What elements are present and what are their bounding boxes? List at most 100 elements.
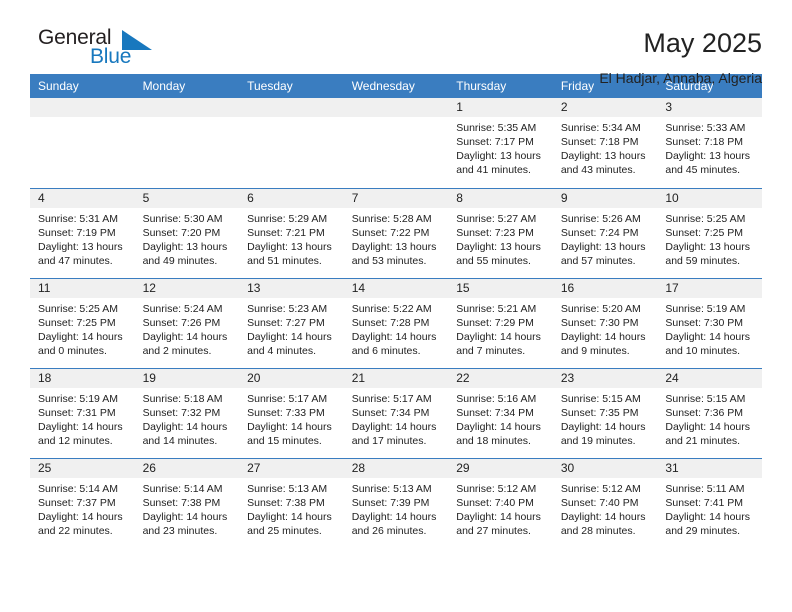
calendar-day-cell[interactable]: 8 Sunrise: 5:27 AM Sunset: 7:23 PM Daylight… [448, 187, 553, 278]
calendar-day-cell[interactable]: 25 Sunrise: 5:14 AM Sunset: 7:37 PM Dayligh… [30, 457, 135, 548]
calendar-day-cell[interactable]: 24 Sunrise: 5:15 AM Sunset: 7:36 PM Dayligh… [657, 367, 762, 458]
calendar-day-cell[interactable]: 17 Sunrise: 5:19 AM Sunset: 7:30 PM Dayligh… [657, 277, 762, 368]
sunset-text: Sunset: 7:31 PM [38, 406, 116, 419]
calendar-day-cell[interactable]: 15 Sunrise: 5:21 AM Sunset: 7:29 PM Dayligh… [448, 277, 553, 368]
day-number: 13 [239, 278, 344, 298]
calendar-day-cell[interactable]: 20 Sunrise: 5:17 AM Sunset: 7:33 PM Dayligh… [239, 367, 344, 458]
sunset-text: Sunset: 7:18 PM [560, 136, 639, 148]
day-sun-info: Sunrise: 5:33 AM Sunset: 7:18 PM Daylight:… [657, 117, 762, 177]
sunset-text: Sunset: 7:21 PM [247, 226, 325, 239]
sunset-text: Sunset: 7:30 PM [560, 316, 639, 329]
sunrise-text: Sunrise: 5:33 AM [665, 122, 746, 134]
day-number: 1 [448, 98, 553, 117]
sunrise-text: Sunrise: 5:17 AM [351, 392, 432, 405]
calendar-day-cell[interactable]: 11 Sunrise: 5:25 AM Sunset: 7:25 PM Dayligh… [30, 277, 135, 368]
calendar-day-cell[interactable]: 10 Sunrise: 5:25 AM Sunset: 7:25 PM Dayligh… [657, 187, 762, 278]
daylight-text: Daylight: 14 hours and 26 minutes. [351, 510, 437, 537]
calendar-day-cell[interactable]: 1 Sunrise: 5:35 AM Sunset: 7:17 PM Daylight… [448, 98, 553, 188]
daylight-text: Daylight: 14 hours and 23 minutes. [142, 510, 228, 537]
calendar-day-cell[interactable]: 31 Sunrise: 5:11 AM Sunset: 7:41 PM Dayligh… [657, 457, 762, 548]
daylight-text: Daylight: 14 hours and 22 minutes. [38, 510, 123, 537]
day-number [239, 98, 344, 117]
calendar-day-cell[interactable]: 18 Sunrise: 5:19 AM Sunset: 7:31 PM Dayligh… [30, 367, 135, 458]
calendar-day-cell[interactable]: 28 Sunrise: 5:13 AM Sunset: 7:39 PM Dayligh… [343, 457, 449, 548]
daylight-text: Daylight: 13 hours and 49 minutes. [142, 240, 228, 267]
day-sun-info: Sunrise: 5:21 AM Sunset: 7:29 PM Daylight:… [448, 298, 553, 358]
day-sun-info: Sunrise: 5:23 AM Sunset: 7:27 PM Daylight:… [239, 298, 344, 358]
sunset-text: Sunset: 7:28 PM [351, 316, 430, 329]
calendar-day-cell[interactable]: 16 Sunrise: 5:20 AM Sunset: 7:30 PM Dayligh… [552, 277, 658, 368]
sunrise-text: Sunrise: 5:30 AM [142, 212, 223, 225]
calendar-day-cell[interactable]: 19 Sunrise: 5:18 AM Sunset: 7:32 PM Dayligh… [134, 367, 240, 458]
sunset-text: Sunset: 7:19 PM [38, 226, 116, 239]
calendar-week-row: 1 Sunrise: 5:35 AM Sunset: 7:17 PM Daylight… [30, 98, 762, 188]
calendar-week-row: 18 Sunrise: 5:19 AM Sunset: 7:31 PM Dayligh… [30, 367, 762, 458]
calendar-day-cell[interactable]: 30 Sunrise: 5:12 AM Sunset: 7:40 PM Dayligh… [552, 457, 658, 548]
daylight-text: Daylight: 14 hours and 6 minutes. [351, 330, 437, 357]
sunrise-text: Sunrise: 5:29 AM [247, 212, 328, 225]
sunrise-text: Sunrise: 5:13 AM [247, 482, 328, 495]
sunrise-text: Sunrise: 5:14 AM [142, 482, 223, 495]
calendar-day-cell[interactable]: 21 Sunrise: 5:17 AM Sunset: 7:34 PM Dayligh… [343, 367, 449, 458]
daylight-text: Daylight: 14 hours and 29 minutes. [665, 510, 751, 537]
daylight-text: Daylight: 13 hours and 55 minutes. [456, 240, 541, 267]
day-number: 19 [134, 368, 240, 388]
daylight-text: Daylight: 13 hours and 47 minutes. [38, 240, 123, 267]
day-number: 16 [552, 278, 658, 298]
sunrise-text: Sunrise: 5:24 AM [142, 302, 223, 315]
sunrise-sunset-calendar: Sunday Monday Tuesday Wednesday Thursday… [30, 74, 762, 548]
calendar-day-cell[interactable]: 4 Sunrise: 5:31 AM Sunset: 7:19 PM Daylight… [30, 187, 135, 278]
sunrise-text: Sunrise: 5:21 AM [456, 302, 537, 315]
calendar-day-cell[interactable]: 22 Sunrise: 5:16 AM Sunset: 7:34 PM Dayligh… [448, 367, 553, 458]
daylight-text: Daylight: 13 hours and 59 minutes. [665, 240, 751, 267]
calendar-day-cell[interactable]: 14 Sunrise: 5:22 AM Sunset: 7:28 PM Dayligh… [343, 277, 449, 368]
brand-name-blue: Blue [90, 45, 132, 68]
sunrise-text: Sunrise: 5:35 AM [456, 122, 537, 134]
day-sun-info: Sunrise: 5:17 AM Sunset: 7:34 PM Daylight:… [344, 388, 449, 448]
calendar-day-cell[interactable]: 23 Sunrise: 5:15 AM Sunset: 7:35 PM Dayligh… [552, 367, 658, 458]
daylight-text: Daylight: 14 hours and 21 minutes. [665, 420, 751, 447]
day-sun-info: Sunrise: 5:24 AM Sunset: 7:26 PM Daylight:… [135, 298, 240, 358]
sunset-text: Sunset: 7:18 PM [665, 136, 744, 148]
daylight-text: Daylight: 13 hours and 51 minutes. [247, 240, 332, 267]
daylight-text: Daylight: 14 hours and 7 minutes. [456, 330, 541, 357]
day-number: 30 [552, 458, 658, 478]
weekday-header-thursday: Thursday [448, 74, 553, 98]
calendar-week-row: 4 Sunrise: 5:31 AM Sunset: 7:19 PM Daylight… [30, 187, 762, 278]
sunset-text: Sunset: 7:34 PM [456, 406, 534, 419]
sunrise-text: Sunrise: 5:17 AM [247, 392, 328, 405]
calendar-day-cell[interactable]: 3 Sunrise: 5:33 AM Sunset: 7:18 PM Daylight… [657, 98, 762, 188]
day-number: 26 [134, 458, 240, 478]
daylight-text: Daylight: 14 hours and 25 minutes. [247, 510, 332, 537]
sunrise-text: Sunrise: 5:28 AM [351, 212, 432, 225]
sunrise-text: Sunrise: 5:15 AM [560, 392, 641, 405]
daylight-text: Daylight: 14 hours and 9 minutes. [560, 330, 646, 357]
day-number: 3 [657, 98, 762, 117]
calendar-day-cell[interactable]: 27 Sunrise: 5:13 AM Sunset: 7:38 PM Dayligh… [239, 457, 344, 548]
daylight-text: Daylight: 13 hours and 57 minutes. [560, 240, 646, 267]
calendar-cell-empty [239, 98, 344, 188]
day-sun-info: Sunrise: 5:16 AM Sunset: 7:34 PM Daylight:… [448, 388, 553, 448]
day-number: 27 [239, 458, 344, 478]
calendar-day-cell[interactable]: 12 Sunrise: 5:24 AM Sunset: 7:26 PM Dayligh… [134, 277, 240, 368]
day-number: 22 [448, 368, 553, 388]
calendar-day-cell[interactable]: 13 Sunrise: 5:23 AM Sunset: 7:27 PM Dayligh… [239, 277, 344, 368]
day-sun-info: Sunrise: 5:26 AM Sunset: 7:24 PM Daylight:… [553, 208, 658, 268]
calendar-day-cell[interactable]: 7 Sunrise: 5:28 AM Sunset: 7:22 PM Daylight… [343, 187, 449, 278]
daylight-text: Daylight: 14 hours and 15 minutes. [247, 420, 332, 447]
sunset-text: Sunset: 7:41 PM [665, 496, 744, 509]
calendar-day-cell[interactable]: 26 Sunrise: 5:14 AM Sunset: 7:38 PM Dayligh… [134, 457, 240, 548]
sunset-text: Sunset: 7:40 PM [560, 496, 639, 509]
daylight-text: Daylight: 13 hours and 43 minutes. [560, 150, 646, 176]
calendar-day-cell[interactable]: 2 Sunrise: 5:34 AM Sunset: 7:18 PM Daylight… [552, 98, 658, 188]
calendar-day-cell[interactable]: 6 Sunrise: 5:29 AM Sunset: 7:21 PM Daylight… [239, 187, 344, 278]
sunset-text: Sunset: 7:22 PM [351, 226, 430, 239]
day-sun-info: Sunrise: 5:25 AM Sunset: 7:25 PM Daylight:… [30, 298, 135, 358]
calendar-day-cell[interactable]: 29 Sunrise: 5:12 AM Sunset: 7:40 PM Dayligh… [448, 457, 553, 548]
sunrise-text: Sunrise: 5:14 AM [38, 482, 118, 495]
day-sun-info: Sunrise: 5:14 AM Sunset: 7:37 PM Daylight:… [30, 478, 135, 538]
day-number [134, 98, 240, 117]
calendar-day-cell[interactable]: 9 Sunrise: 5:26 AM Sunset: 7:24 PM Daylight… [552, 187, 658, 278]
calendar-day-cell[interactable]: 5 Sunrise: 5:30 AM Sunset: 7:20 PM Daylight… [134, 187, 240, 278]
day-sun-info: Sunrise: 5:25 AM Sunset: 7:25 PM Daylight:… [657, 208, 762, 268]
